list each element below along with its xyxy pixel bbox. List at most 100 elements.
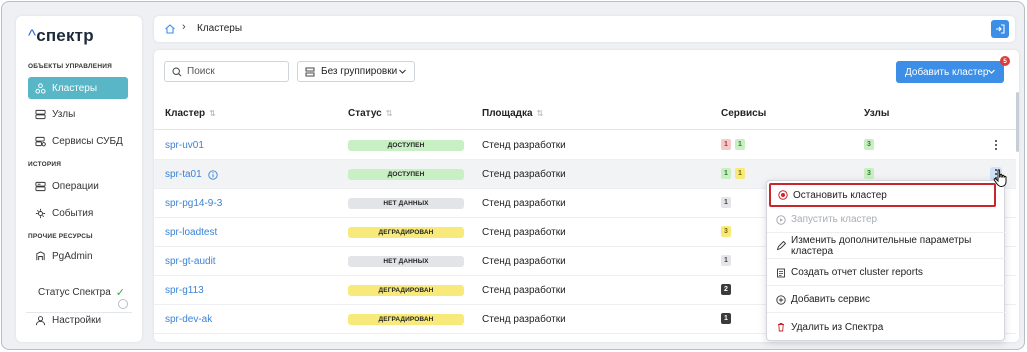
- services-cell: 1: [721, 255, 731, 266]
- logo-text: спектр: [36, 26, 94, 45]
- menu-item-create-report[interactable]: Создать отчет cluster reports: [767, 260, 1006, 286]
- logo[interactable]: ^спектр: [28, 26, 94, 46]
- site-cell: Стенд разработки: [482, 227, 566, 238]
- report-icon: [777, 268, 785, 277]
- status-badge: ДЕГРАДИРОВАН: [348, 314, 464, 325]
- status-badge: НЕТ ДАННЫХ: [348, 256, 464, 267]
- search-icon: [172, 66, 182, 76]
- node-count-badge: 3: [864, 168, 874, 179]
- chevron-down-icon: [399, 69, 406, 74]
- sidebar-item-label: Сервисы СУБД: [52, 135, 123, 147]
- collapse-sidebar-button[interactable]: [118, 299, 128, 309]
- sort-icon: ⇅: [209, 109, 216, 118]
- nodes-cell: 3: [864, 168, 874, 179]
- sidebar-item-settings[interactable]: Настройки: [28, 309, 128, 331]
- sidebar-item-label: Настройки: [52, 314, 102, 326]
- logo-caret: ^: [28, 26, 37, 45]
- sidebar-item-operations[interactable]: Операции: [28, 175, 128, 197]
- search-box[interactable]: [164, 61, 289, 82]
- sidebar-item-label: PgAdmin: [52, 250, 93, 262]
- status-badge: ДОСТУПЕН: [348, 140, 464, 151]
- section-title-history: ИСТОРИЯ: [28, 161, 62, 168]
- services-cell: 1: [721, 313, 731, 324]
- column-header-status[interactable]: Статус ⇅: [348, 108, 392, 119]
- notification-badge: 5: [1000, 56, 1010, 66]
- search-input[interactable]: [187, 66, 282, 77]
- menu-item-label: Остановить кластер: [793, 189, 887, 201]
- sort-icon: ⇅: [536, 109, 544, 118]
- column-header-nodes: Узлы: [864, 108, 889, 119]
- row-actions-button[interactable]: [990, 138, 1002, 152]
- row-context-menu: Остановить кластер Запустить кластер Изм…: [766, 180, 1006, 341]
- menu-item-add-service[interactable]: Добавить сервис: [767, 287, 1006, 313]
- info-icon[interactable]: [208, 169, 218, 180]
- column-label: Статус: [348, 108, 382, 119]
- column-header-cluster[interactable]: Кластер ⇅: [165, 108, 216, 119]
- site-cell: Стенд разработки: [482, 314, 566, 325]
- section-title-resources: ПРОЧИЕ РЕСУРСЫ: [28, 233, 93, 240]
- logout-button[interactable]: [991, 20, 1009, 38]
- status-badge: ДОСТУПЕН: [348, 169, 464, 180]
- service-count-badge: 1: [735, 168, 745, 179]
- app-window: ^спектр ОБЪЕКТЫ УПРАВЛЕНИЯ Кластеры Узлы…: [1, 1, 1025, 350]
- sidebar-item-nodes[interactable]: Узлы: [28, 103, 128, 125]
- cluster-name-link[interactable]: spr-pg14-9-3: [165, 198, 222, 209]
- sidebar: ^спектр ОБЪЕКТЫ УПРАВЛЕНИЯ Кластеры Узлы…: [16, 16, 142, 342]
- nodes-cell: 3: [864, 139, 874, 150]
- menu-item-delete[interactable]: Удалить из Спектра: [767, 314, 1006, 340]
- service-count-badge: 1: [721, 139, 731, 150]
- cluster-name-link[interactable]: spr-dev-ak: [165, 314, 212, 325]
- column-label: Сервисы: [721, 108, 767, 119]
- column-label: Кластер: [165, 108, 206, 119]
- breadcrumb-current: Кластеры: [197, 23, 242, 34]
- table-row[interactable]: spr-uv01 ДОСТУПЕН Стенд разработки 1 1 3: [154, 131, 1019, 160]
- spectrum-status[interactable]: Статус Спектра ✓: [38, 286, 125, 299]
- sidebar-item-clusters[interactable]: Кластеры: [28, 77, 128, 99]
- cluster-name-link[interactable]: spr-ta01: [165, 169, 218, 180]
- grouping-label: Без группировки: [321, 66, 398, 77]
- site-cell: Стенд разработки: [482, 198, 566, 209]
- service-count-badge: 1: [721, 197, 731, 208]
- events-icon: [35, 208, 46, 218]
- site-cell: Стенд разработки: [482, 256, 566, 267]
- column-header-site[interactable]: Площадка ⇅: [482, 108, 543, 119]
- pgadmin-icon: [36, 250, 45, 260]
- status-badge: НЕТ ДАННЫХ: [348, 198, 464, 209]
- sidebar-item-label: События: [52, 207, 94, 219]
- sidebar-item-pgadmin[interactable]: PgAdmin: [28, 245, 128, 267]
- check-icon: ✓: [115, 287, 125, 299]
- stop-icon: [778, 190, 788, 200]
- column-label: Узлы: [864, 108, 890, 119]
- cluster-name-link[interactable]: spr-uv01: [165, 140, 204, 151]
- sidebar-item-label: Кластеры: [52, 82, 97, 94]
- grouping-select[interactable]: Без группировки: [297, 61, 415, 82]
- home-icon[interactable]: [164, 23, 176, 35]
- scrollbar-thumb[interactable]: [1016, 92, 1019, 152]
- sidebar-item-events[interactable]: События: [28, 202, 128, 224]
- site-cell: Стенд разработки: [482, 169, 566, 180]
- service-count-badge: 1: [721, 255, 731, 266]
- cluster-name-link[interactable]: spr-g113: [165, 285, 204, 296]
- sidebar-item-label: Операции: [52, 180, 99, 192]
- chevron-right-icon: ›: [182, 21, 186, 33]
- user-icon: [35, 315, 46, 325]
- site-cell: Стенд разработки: [482, 285, 566, 296]
- cluster-name-link[interactable]: spr-loadtest: [165, 227, 217, 238]
- menu-item-start-cluster[interactable]: Запустить кластер: [767, 207, 1006, 233]
- service-count-badge: 3: [721, 226, 731, 237]
- service-count-badge: 1: [735, 139, 745, 150]
- status-badge: ДЕГРАДИРОВАН: [348, 285, 464, 296]
- add-cluster-button[interactable]: Добавить кластер: [896, 61, 1004, 83]
- sidebar-item-db-services[interactable]: Сервисы СУБД: [28, 130, 128, 152]
- menu-item-edit-params[interactable]: Изменить дополнительные параметры класте…: [767, 233, 1006, 259]
- logout-icon: [996, 24, 1005, 34]
- plus-circle-icon: [776, 294, 786, 305]
- cluster-name-link[interactable]: spr-gt-audit: [165, 256, 216, 267]
- menu-item-stop-cluster[interactable]: Остановить кластер: [769, 183, 996, 207]
- status-badge: ДЕГРАДИРОВАН: [348, 227, 464, 238]
- section-title-objects: ОБЪЕКТЫ УПРАВЛЕНИЯ: [28, 63, 112, 70]
- chevron-down-icon: [988, 69, 995, 74]
- column-label: Площадка: [482, 108, 533, 119]
- table-header: Кластер ⇅ Статус ⇅ Площадка ⇅ Сервисы Узлы: [154, 96, 1019, 130]
- sidebar-item-label: Узлы: [52, 108, 76, 120]
